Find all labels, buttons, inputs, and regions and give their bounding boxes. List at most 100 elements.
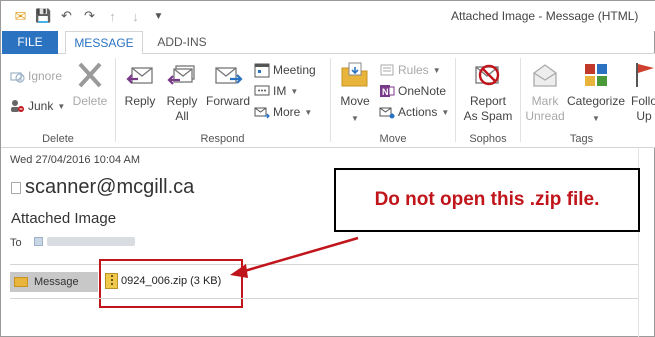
im-button[interactable]: IM ▼ (254, 81, 298, 101)
rules-button[interactable]: Rules ▼ (379, 60, 441, 80)
instant-message-icon (254, 83, 270, 99)
delete-button[interactable]: Delete (71, 58, 109, 109)
ignore-button[interactable]: Ignore (9, 66, 62, 86)
delete-group: Ignore Junk ▼ Delete Delete (1, 54, 115, 148)
redacted-recipient (47, 237, 135, 246)
report-spam-icon (471, 58, 505, 92)
warning-callout: Do not open this .zip file. (334, 168, 640, 232)
contact-icon (34, 237, 43, 246)
categorize-button[interactable]: Categorize ▼ (567, 58, 625, 126)
reply-all-icon (165, 58, 199, 92)
report-spam-button[interactable]: Report As Spam (462, 58, 514, 124)
contact-card-icon (11, 181, 21, 194)
report-spam-label-2: As Spam (463, 109, 513, 123)
mark-unread-label-1: Mark (531, 94, 559, 108)
tab-message[interactable]: MESSAGE (65, 31, 143, 55)
message-tab-label: Message (34, 276, 79, 288)
rules-icon (379, 62, 395, 78)
actions-icon (379, 104, 395, 120)
onenote-icon: N (379, 83, 395, 99)
reply-icon (123, 58, 157, 92)
tab-add-ins[interactable]: ADD-INS (151, 31, 213, 54)
attachment-highlight-box (99, 259, 243, 308)
flag-icon (627, 58, 655, 92)
message-body-tab[interactable]: Message (10, 272, 98, 292)
ignore-icon (9, 68, 25, 84)
folder-move-icon (338, 58, 372, 92)
tags-group-label: Tags (569, 133, 594, 145)
calendar-icon (254, 62, 270, 78)
move-group: Move ▼ Rules ▼ N OneNote Actions ▼ Move (331, 54, 455, 148)
ignore-label: Ignore (28, 69, 63, 83)
undo-icon[interactable]: ↶ (55, 7, 78, 25)
actions-label: Actions (398, 105, 438, 119)
mark-unread-button[interactable]: Mark Unread (525, 58, 565, 124)
categorize-label: Categorize (566, 94, 626, 108)
onenote-label: OneNote (398, 84, 447, 98)
sender-address: scanner@mcgill.ca (25, 176, 195, 198)
mail-icon[interactable]: ✉ (9, 7, 32, 25)
envelope-icon (14, 277, 28, 287)
more-label: More (273, 105, 301, 119)
tab-file[interactable]: FILE (2, 31, 58, 54)
sophos-group-label: Sophos (469, 133, 507, 145)
move-button[interactable]: Move ▼ (335, 58, 375, 126)
im-label: IM (273, 84, 287, 98)
meeting-label: Meeting (273, 63, 316, 77)
mark-unread-icon (528, 58, 562, 92)
respond-group-label: Respond (200, 133, 245, 145)
chevron-down-icon: ▼ (592, 114, 600, 123)
up-arrow-icon[interactable]: ↑ (101, 7, 124, 25)
onenote-button[interactable]: N OneNote (379, 81, 446, 101)
forward-label: Forward (205, 94, 250, 108)
meeting-button[interactable]: Meeting (254, 60, 316, 80)
ribbon-tabs: FILE MESSAGE ADD-INS (1, 31, 655, 55)
move-label: Move (340, 94, 370, 108)
to-label: To (10, 237, 22, 249)
categorize-icon (579, 58, 613, 92)
junk-label: Junk (28, 99, 54, 113)
to-recipient[interactable] (34, 237, 135, 246)
message-date: Wed 27/04/2016 10:04 AM (10, 154, 141, 166)
reply-label: Reply (124, 94, 156, 108)
sophos-group: Report As Spam Sophos (456, 54, 520, 148)
tags-group: Mark Unread Categorize ▼ Follo Up Tags (521, 54, 655, 148)
title-bar: ✉ 💾 ↶ ↷ ↑ ↓ ▼ Attached Image - Message (… (1, 1, 655, 31)
down-arrow-icon[interactable]: ↓ (124, 7, 147, 25)
reply-button[interactable]: Reply (122, 58, 158, 109)
rules-label: Rules (398, 63, 429, 77)
chevron-down-icon: ▼ (57, 101, 66, 111)
divider (10, 298, 638, 299)
sender[interactable]: scanner@mcgill.ca (11, 176, 194, 199)
reply-all-label-1: Reply (166, 94, 198, 108)
redo-icon[interactable]: ↷ (78, 7, 101, 25)
move-group-label: Move (379, 133, 407, 145)
follow-up-label-2: Up (636, 109, 652, 123)
more-actions-icon (254, 104, 270, 120)
chevron-down-icon: ▼ (351, 114, 359, 123)
delete-group-label: Delete (42, 133, 74, 145)
junk-button[interactable]: Junk ▼ (9, 96, 65, 116)
save-icon[interactable]: 💾 (32, 7, 55, 25)
forward-button[interactable]: Forward (204, 58, 252, 109)
forward-icon (211, 58, 245, 92)
outlook-message-window: ✉ 💾 ↶ ↷ ↑ ↓ ▼ Attached Image - Message (… (0, 0, 655, 337)
window-title: Attached Image - Message (HTML) (451, 9, 639, 23)
more-icon[interactable]: ▼ (147, 7, 170, 25)
junk-icon (9, 98, 25, 114)
chevron-down-icon: ▼ (441, 107, 450, 117)
reply-all-label-2: All (175, 109, 189, 123)
chevron-down-icon: ▼ (432, 65, 441, 75)
more-respond-button[interactable]: More ▼ (254, 102, 312, 122)
follow-up-button[interactable]: Follo Up (629, 58, 655, 124)
message-subject: Attached Image (11, 210, 117, 227)
svg-text:N: N (382, 87, 389, 97)
chevron-down-icon: ▼ (290, 86, 299, 96)
respond-group: Reply Reply All Forward Meeting IM ▼ Mor… (116, 54, 329, 148)
quick-access-toolbar: ✉ 💾 ↶ ↷ ↑ ↓ ▼ (9, 7, 170, 25)
delete-icon (73, 58, 107, 92)
actions-button[interactable]: Actions ▼ (379, 102, 449, 122)
reply-all-button[interactable]: Reply All (164, 58, 200, 124)
chevron-down-icon: ▼ (304, 107, 313, 117)
mark-unread-label-2: Unread (525, 109, 565, 123)
